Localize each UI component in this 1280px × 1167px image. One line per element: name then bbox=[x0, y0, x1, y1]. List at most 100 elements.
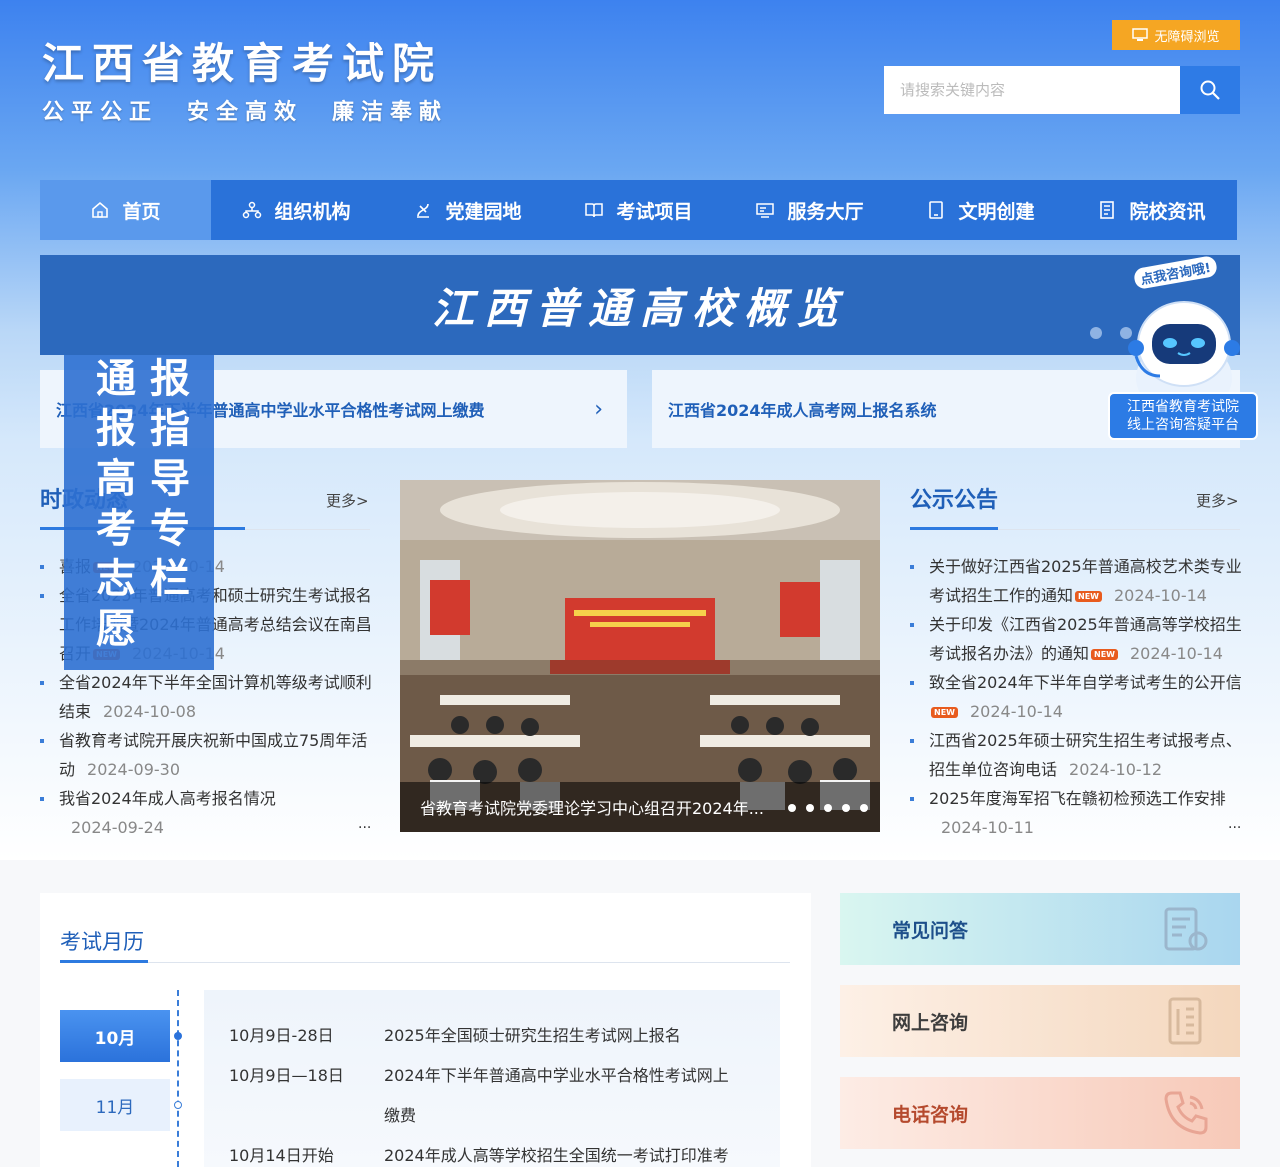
calendar-title: 考试月历 bbox=[60, 930, 144, 954]
accessibility-button[interactable]: 无障碍浏览 bbox=[1112, 20, 1240, 50]
news-item[interactable]: 省教育考试院开展庆祝新中国成立75周年活动 2024-09-30 bbox=[40, 726, 374, 784]
nav-label: 首页 bbox=[122, 200, 161, 223]
meeting-photo bbox=[400, 480, 880, 832]
calendar-event[interactable]: 10月9日—18日 2024年下半年普通高中学业水平合格性考试网上缴费 bbox=[204, 1056, 780, 1136]
document-icon bbox=[1100, 201, 1115, 219]
nav-label: 组织机构 bbox=[274, 200, 351, 223]
news-date: 2024-10-08 bbox=[103, 702, 196, 721]
news-photo-carousel[interactable]: 省教育考试院党委理论学习中心组召开2024年... bbox=[400, 480, 880, 832]
notice-date: 2024-10-11 bbox=[941, 818, 1034, 837]
banner-title: 江西普通高校概览 bbox=[431, 283, 848, 333]
chevron-right-icon: › bbox=[594, 396, 603, 422]
news-date: 2024-09-30 bbox=[87, 760, 180, 779]
phone-consult-card[interactable]: 电话咨询 bbox=[840, 1077, 1240, 1149]
notice-item[interactable]: 江西省2025年硕士研究生招生考试报考点、招生单位咨询电话 2024-10-12 bbox=[910, 726, 1242, 784]
timeline-dot bbox=[174, 1101, 182, 1109]
banner-dot[interactable] bbox=[1090, 327, 1102, 339]
service-icon bbox=[756, 203, 775, 218]
photo-dot[interactable] bbox=[806, 804, 814, 812]
calendar-events: 10月9日-28日 2025年全国硕士研究生招生考试网上报名 10月9日—18日… bbox=[204, 990, 780, 1167]
news-item[interactable]: 我省2024年成人高考报名情况 2024-09-24 bbox=[40, 784, 374, 842]
search-button[interactable] bbox=[1180, 66, 1240, 114]
photo-dot[interactable] bbox=[788, 804, 796, 812]
college-overview-banner[interactable]: 江西普通高校概览 bbox=[40, 255, 1240, 355]
photo-dot[interactable] bbox=[824, 804, 832, 812]
search-input[interactable] bbox=[884, 66, 1180, 114]
event-date: 10月14日开始 bbox=[229, 1146, 334, 1165]
nav-label: 考试项目 bbox=[616, 200, 693, 223]
calendar-event[interactable]: 10月9日-28日 2025年全国硕士研究生招生考试网上报名 bbox=[204, 1016, 780, 1056]
news-ellipsis: ... bbox=[358, 816, 372, 832]
float-notice-col-2: 报指导专栏 bbox=[143, 357, 189, 607]
phone-icon bbox=[1164, 1091, 1208, 1135]
book-icon bbox=[585, 203, 604, 218]
faq-icon bbox=[1164, 907, 1208, 951]
calendar-divider bbox=[148, 962, 790, 963]
float-notice-col-1: 通报高考志愿 bbox=[89, 357, 135, 657]
notice-item[interactable]: 关于做好江西省2025年普通高校艺术类专业考试招生工作的通知 NEW 2024-10… bbox=[910, 552, 1242, 610]
nav-item-exams[interactable]: 考试项目 bbox=[553, 180, 724, 240]
accessibility-label: 无障碍浏览 bbox=[1154, 29, 1220, 45]
new-badge: NEW bbox=[1091, 649, 1118, 660]
calendar-event[interactable]: 10月14日开始 2024年成人高等学校招生全国统一考试打印准考 bbox=[204, 1136, 780, 1167]
nav-item-service[interactable]: 服务大厅 bbox=[724, 180, 895, 240]
gaokao-guidance-floating-panel[interactable]: 通报高考志愿 报指导专栏 bbox=[64, 355, 214, 670]
nav-label: 党建园地 bbox=[445, 200, 522, 223]
calendar-title-underline bbox=[60, 960, 148, 963]
nav-item-civilization[interactable]: 文明创建 bbox=[895, 180, 1066, 240]
new-badge: NEW bbox=[931, 707, 958, 718]
phone-consult-label: 电话咨询 bbox=[892, 1103, 969, 1126]
news-more-link[interactable]: 更多> bbox=[326, 490, 369, 511]
news-item[interactable]: 全省2024年下半年全国计算机等级考试顺利结束 2024-10-08 bbox=[40, 668, 374, 726]
notice-item[interactable]: 2025年度海军招飞在赣初检预选工作安排 2024-10-11 bbox=[910, 784, 1242, 842]
event-date: 10月9日-28日 bbox=[229, 1026, 334, 1045]
online-consult-label: 网上咨询 bbox=[892, 1011, 969, 1034]
site-slogan: 公平公正 安全高效 廉洁奉献 bbox=[42, 100, 449, 125]
nav-item-party[interactable]: 党建园地 bbox=[382, 180, 553, 240]
timeline-dot bbox=[174, 1032, 182, 1040]
online-doc-icon bbox=[1168, 997, 1202, 1045]
event-title: 2024年成人高等学校招生全国统一考试打印准考 bbox=[384, 1146, 729, 1165]
monitor-icon bbox=[1132, 28, 1149, 41]
notices-section-title[interactable]: 公示公告 bbox=[910, 482, 998, 514]
photo-dot[interactable] bbox=[842, 804, 850, 812]
nav-label: 服务大厅 bbox=[787, 200, 864, 223]
search-icon bbox=[1200, 80, 1220, 100]
nav-item-home[interactable]: 首页 bbox=[40, 180, 211, 240]
nav-item-organization[interactable]: 组织机构 bbox=[211, 180, 382, 240]
event-title: 2024年下半年普通高中学业水平合格性考试网上缴费 bbox=[384, 1066, 729, 1125]
online-consult-card[interactable]: 网上咨询 bbox=[840, 985, 1240, 1057]
month-tab-october[interactable]: 10月 bbox=[60, 1010, 170, 1062]
notices-divider bbox=[998, 529, 1240, 530]
quick-link-label: 江西省2024年成人高考网上报名系统 bbox=[668, 401, 937, 420]
notice-item[interactable]: 致全省2024年下半年自学考试考生的公开信 NEW 2024-10-14 bbox=[910, 668, 1242, 726]
faq-label: 常见问答 bbox=[892, 919, 969, 942]
main-nav: 首页 组织机构 党建园地 考试项目 服务大厅 文明创建 院校资讯 bbox=[40, 180, 1237, 240]
month-tab-november[interactable]: 11月 bbox=[60, 1079, 170, 1131]
photo-pagination bbox=[788, 804, 868, 812]
notices-ellipsis: ... bbox=[1228, 816, 1242, 832]
notice-date: 2024-10-14 bbox=[1114, 586, 1207, 605]
notices-list: 关于做好江西省2025年普通高校艺术类专业考试招生工作的通知 NEW 2024-10… bbox=[910, 552, 1242, 842]
org-icon bbox=[243, 201, 262, 219]
faq-card[interactable]: 常见问答 bbox=[840, 893, 1240, 965]
news-divider bbox=[245, 529, 370, 530]
notices-title-underline bbox=[910, 527, 998, 530]
notice-date: 2024-10-14 bbox=[969, 702, 1063, 721]
party-icon bbox=[417, 203, 430, 218]
photo-dot[interactable] bbox=[860, 804, 868, 812]
event-date: 10月9日—18日 bbox=[229, 1066, 344, 1085]
site-title[interactable]: 江西省教育考试院 bbox=[42, 30, 442, 91]
new-badge: NEW bbox=[1075, 591, 1102, 602]
home-icon bbox=[92, 201, 109, 218]
notices-more-link[interactable]: 更多> bbox=[1196, 490, 1239, 511]
tablet-icon bbox=[929, 201, 944, 219]
nav-item-school-news[interactable]: 院校资讯 bbox=[1066, 180, 1237, 240]
online-consult-platform-button[interactable]: 江西省教育考试院 线上咨询答疑平台 bbox=[1108, 392, 1258, 440]
notice-item[interactable]: 关于印发《江西省2025年普通高等学校招生考试报名办法》的通知 NEW 2024-1… bbox=[910, 610, 1242, 668]
news-date: 2024-09-24 bbox=[71, 818, 164, 837]
notice-date: 2024-10-12 bbox=[1069, 760, 1162, 779]
calendar-timeline bbox=[177, 990, 179, 1167]
event-title: 2025年全国硕士研究生招生考试网上报名 bbox=[384, 1026, 681, 1045]
nav-label: 文明创建 bbox=[958, 200, 1035, 223]
